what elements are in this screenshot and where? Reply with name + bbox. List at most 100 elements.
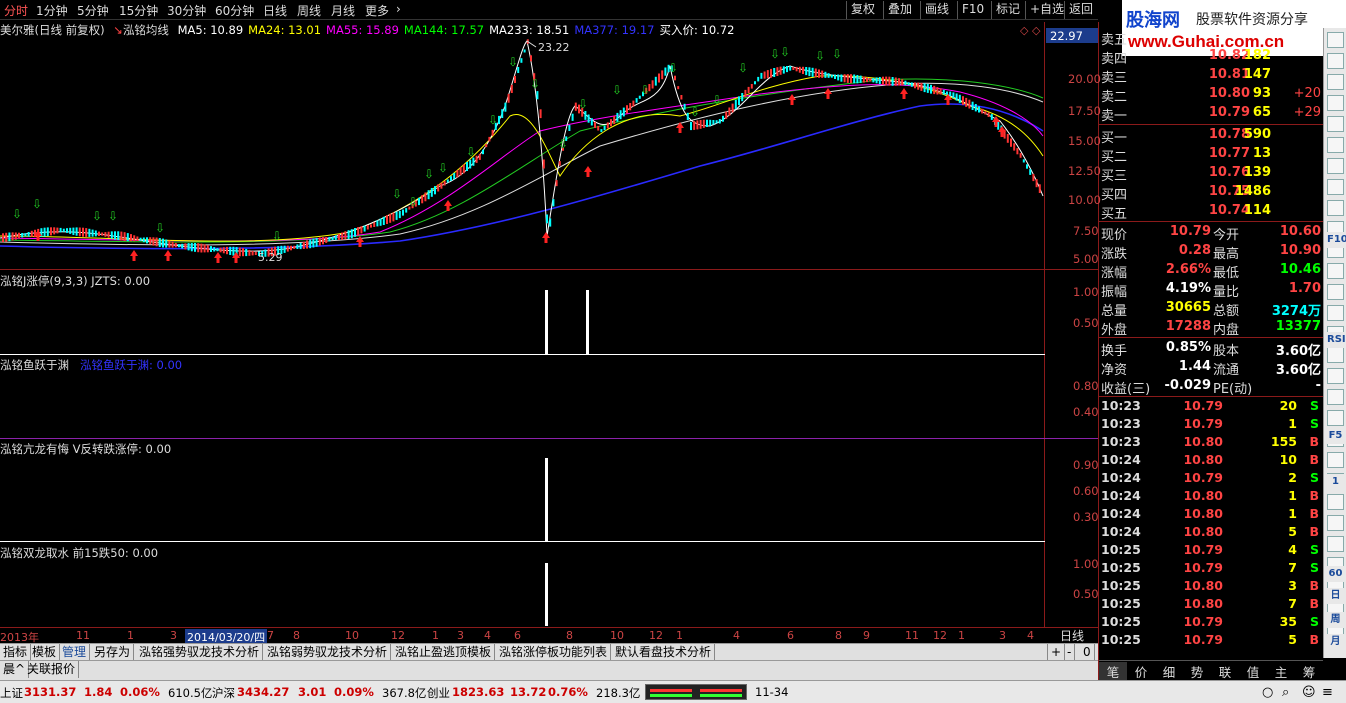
sh-index-label[interactable]: 上证	[0, 685, 23, 701]
sidebar-label[interactable]: 周	[1327, 612, 1344, 628]
ask-row[interactable]: 卖三 10.81 147	[1099, 66, 1323, 86]
detail-tab[interactable]: 价	[1127, 662, 1155, 681]
period-tab-15min[interactable]: 15分钟	[119, 2, 158, 19]
ask-row[interactable]: 卖四 10.82 182	[1099, 47, 1323, 67]
tool-icon[interactable]	[1327, 263, 1344, 279]
reset-zoom-button[interactable]: 0	[1080, 644, 1095, 661]
tool-icon[interactable]	[1327, 347, 1344, 363]
detail-tab[interactable]: 值	[1239, 662, 1267, 681]
tool-icon[interactable]	[1327, 536, 1344, 552]
tool-icon[interactable]	[1327, 116, 1344, 132]
stat-row[interactable]: 外盘 17288 内盘 13377	[1099, 318, 1323, 338]
tool-icon[interactable]	[1327, 368, 1344, 384]
candle	[69, 227, 72, 234]
stat-row[interactable]: 涨跌 0.28 最高 10.90	[1099, 242, 1323, 262]
bid-row[interactable]: 买一 10.78 590	[1099, 126, 1323, 146]
f10-button[interactable]: F10	[957, 1, 988, 19]
period-tab-5min[interactable]: 5分钟	[77, 2, 109, 19]
tab-weak-template[interactable]: 泓铭弱势驭龙技术分析	[264, 644, 392, 661]
bid-row[interactable]: 买五 10.74 114	[1099, 202, 1323, 222]
ask-row[interactable]: 卖五	[1099, 28, 1323, 48]
tool-icon[interactable]	[1327, 74, 1344, 90]
period-tab-weekly[interactable]: 周线	[297, 2, 321, 19]
stat-row[interactable]: 收益(三) -0.029 PE(动) -	[1099, 377, 1323, 397]
detail-tab[interactable]: 联	[1211, 662, 1239, 681]
tool-icon[interactable]	[1327, 284, 1344, 300]
mark-button[interactable]: 标记	[991, 1, 1024, 19]
tool-icon[interactable]	[1327, 179, 1344, 195]
sidebar-label[interactable]: 日	[1327, 588, 1344, 604]
back-button[interactable]: 返回	[1064, 1, 1097, 19]
candle	[856, 75, 859, 84]
detail-tab[interactable]: 细	[1155, 662, 1183, 681]
period-tab-daily[interactable]: 日线	[263, 2, 287, 19]
bid-row[interactable]: 买二 10.77 13	[1099, 145, 1323, 165]
user-icon[interactable]: ☺	[1302, 685, 1316, 700]
tool-icon[interactable]	[1327, 95, 1344, 111]
detail-tab[interactable]: 主	[1267, 662, 1295, 681]
cy-index-label[interactable]: 创业	[427, 685, 450, 701]
tab-takeprofit-template[interactable]: 泓铭止盈逃顶模板	[392, 644, 496, 661]
zoom-in-button[interactable]: +	[1047, 644, 1066, 661]
tool-icon[interactable]	[1327, 32, 1344, 48]
hs-index-label[interactable]: 沪深	[212, 685, 235, 701]
period-tab-30min[interactable]: 30分钟	[167, 2, 206, 19]
tab-strong-template[interactable]: 泓铭强势驭龙技术分析	[136, 644, 264, 661]
period-tab-timeshare[interactable]: 分时	[4, 2, 28, 19]
tool-icon[interactable]	[1327, 494, 1344, 510]
ask-row[interactable]: 卖二 10.80 93 +20	[1099, 85, 1323, 105]
tab-save-as[interactable]: 另存为	[91, 644, 135, 661]
tool-icon[interactable]	[1327, 137, 1344, 153]
tab-limitup-list[interactable]: 泓铭涨停板功能列表	[496, 644, 612, 661]
adjust-button[interactable]: 复权	[846, 1, 879, 19]
detail-tab[interactable]: 势	[1183, 662, 1211, 681]
tool-icon[interactable]	[1327, 389, 1344, 405]
detail-tab[interactable]: 筹	[1295, 662, 1323, 681]
stat-row[interactable]: 总量 30665 总额 3274万	[1099, 299, 1323, 319]
sidebar-label[interactable]: RSI	[1327, 332, 1346, 348]
overlay-button[interactable]: 叠加	[883, 1, 916, 19]
tab-default-template[interactable]: 默认看盘技术分析	[612, 644, 716, 661]
tab-related-quotes[interactable]: 关联报价	[24, 661, 80, 678]
tool-icon[interactable]	[1327, 158, 1344, 174]
tab-indicator[interactable]: 指标	[0, 644, 32, 661]
sidebar-label[interactable]: 月	[1327, 634, 1344, 650]
add-watchlist-button[interactable]: +自选	[1025, 1, 1068, 19]
menu-icon[interactable]: ≡	[1322, 685, 1333, 700]
sidebar-label[interactable]: 1	[1327, 474, 1344, 490]
period-tab-1min[interactable]: 1分钟	[36, 2, 68, 19]
ask-row[interactable]: 卖一 10.79 65 +29	[1099, 104, 1323, 124]
stat-row[interactable]: 现价 10.79 今开 10.60	[1099, 223, 1323, 243]
bid-row[interactable]: 买四 10.75 1486	[1099, 183, 1323, 203]
candle	[683, 103, 686, 110]
tab-manage[interactable]: 管理	[59, 644, 91, 661]
zoom-out-button[interactable]: -	[1064, 644, 1076, 661]
period-tab-60min[interactable]: 60分钟	[215, 2, 254, 19]
stat-row[interactable]: 净资 1.44 流通 3.60亿	[1099, 358, 1323, 378]
chevron-right-icon[interactable]: ›	[396, 2, 401, 16]
ask-label: 卖五	[1101, 33, 1128, 48]
sidebar-label[interactable]: F5	[1327, 428, 1344, 444]
stat-value: 0.85%	[1165, 340, 1211, 355]
tool-icon[interactable]	[1327, 515, 1344, 531]
sidebar-label[interactable]: F10	[1327, 232, 1346, 248]
period-tab-monthly[interactable]: 月线	[331, 2, 355, 19]
candle	[344, 231, 347, 240]
tool-icon[interactable]	[1327, 305, 1344, 321]
kline-chart[interactable]: ⇩⇩⇩ ⇩⇩⇩⇩⇩⇩ ⇩⇩⇩⇩⇩⇩⇩⇩ ⇩⇩⇩⇩⇩⇩ ⇩ ⇩ ⇩ 23.22 5.29	[0, 36, 1044, 268]
sidebar-label[interactable]: 60	[1327, 566, 1344, 582]
tool-icon[interactable]	[1327, 53, 1344, 69]
stat-row[interactable]: 振幅 4.19% 量比 1.70	[1099, 280, 1323, 300]
tab-template[interactable]: 模板	[29, 644, 61, 661]
bid-row[interactable]: 买三 10.76 139	[1099, 164, 1323, 184]
detail-tab[interactable]: 笔	[1099, 662, 1127, 681]
stat-row[interactable]: 换手 0.85% 股本 3.60亿	[1099, 339, 1323, 359]
period-tab-more[interactable]: 更多	[365, 2, 389, 19]
tool-icon[interactable]	[1327, 452, 1344, 468]
search-icon[interactable]: ⌕	[1282, 685, 1289, 700]
stat-row[interactable]: 涨幅 2.66% 最低 10.46	[1099, 261, 1323, 281]
draw-button[interactable]: 画线	[920, 1, 953, 19]
tool-icon[interactable]	[1327, 410, 1344, 426]
tool-icon[interactable]	[1327, 200, 1344, 216]
circle-icon[interactable]: ○	[1262, 685, 1273, 700]
